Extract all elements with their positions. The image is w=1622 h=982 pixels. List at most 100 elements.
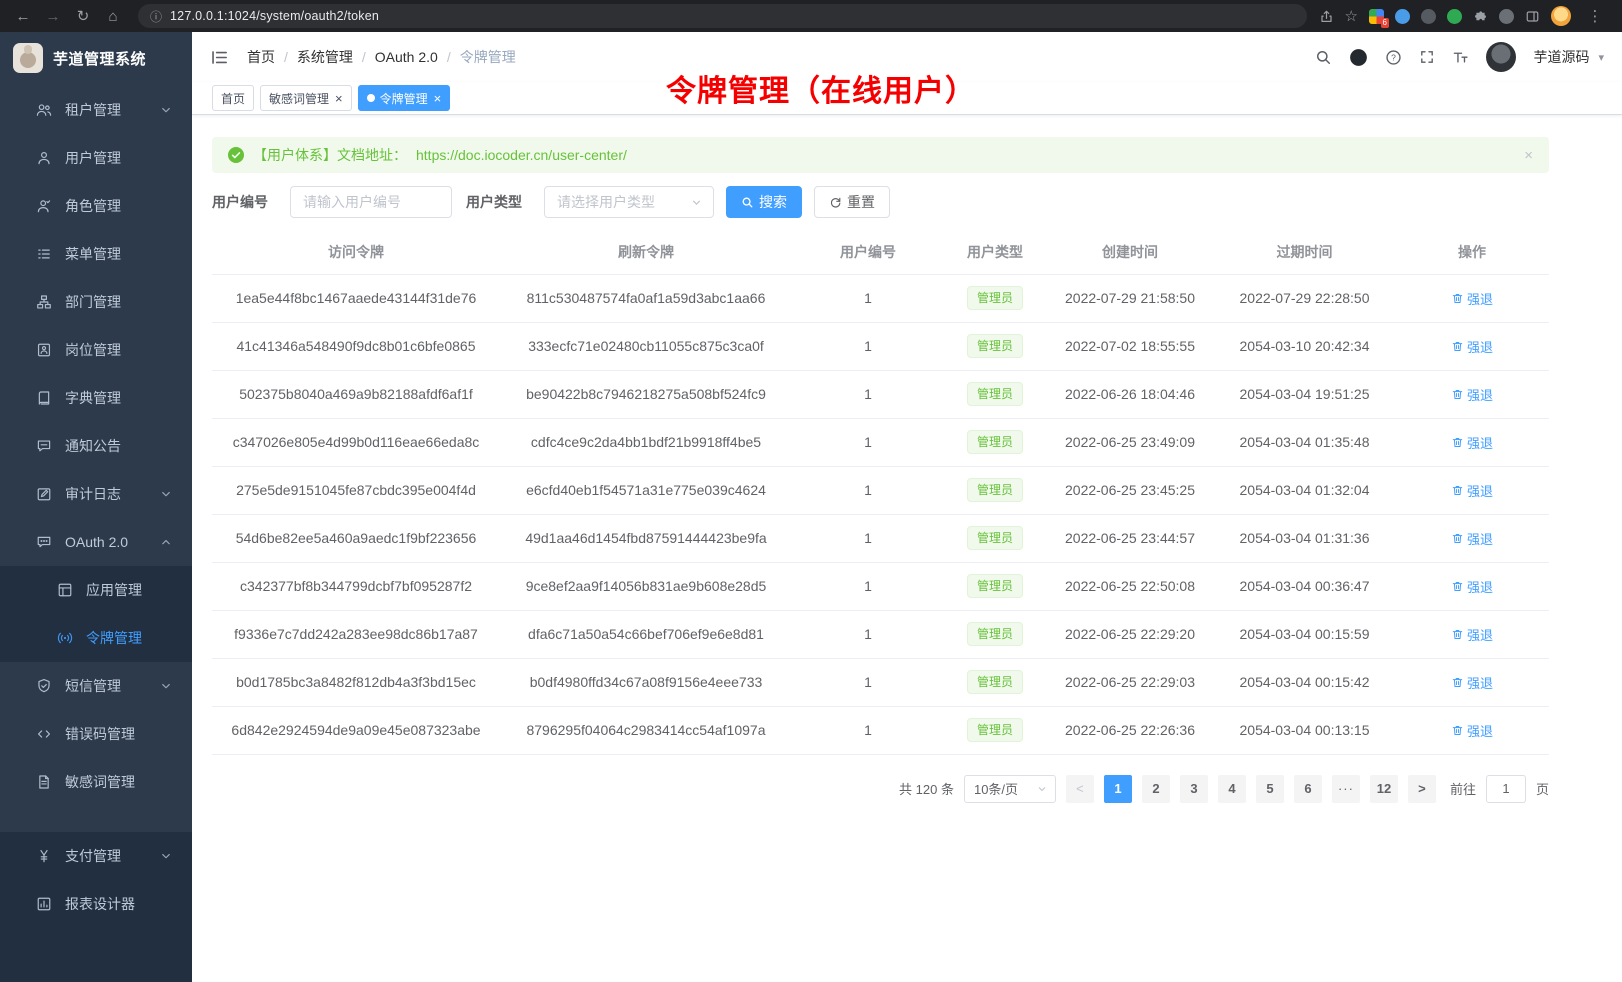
page-size-value: 10条/页 [974, 779, 1018, 798]
force-logout-button[interactable]: 强退 [1451, 529, 1493, 548]
sidebar-item-role[interactable]: 角色管理 [0, 182, 192, 230]
breadcrumb-item[interactable]: 系统管理 [297, 47, 353, 67]
page-ellipsis[interactable]: ··· [1332, 775, 1360, 803]
tab-oauth2-token[interactable]: 令牌管理× [358, 85, 451, 111]
tab-sensitive-word[interactable]: 敏感词管理× [260, 85, 352, 111]
delete-icon [1451, 436, 1464, 449]
search-icon[interactable] [1315, 49, 1332, 66]
sidebar-item-error-code[interactable]: 错误码管理 [0, 710, 192, 758]
app-logo[interactable]: 芋道管理系统 [0, 32, 192, 84]
next-page-button[interactable]: > [1408, 775, 1436, 803]
browser-profile-avatar[interactable] [1551, 6, 1571, 26]
kebab-menu-icon[interactable]: ⋮ [1582, 3, 1608, 29]
extension-icon[interactable] [1447, 9, 1462, 24]
sidebar-item-oauth2[interactable]: OAuth 2.0 [0, 518, 192, 566]
page-button-2[interactable]: 2 [1142, 775, 1170, 803]
action-cell: 强退 [1395, 370, 1549, 418]
close-icon[interactable]: × [335, 92, 343, 105]
expire-time-cell: 2054-03-04 19:51:25 [1214, 370, 1395, 418]
sidebar-item-sensitive-word[interactable]: 敏感词管理 [0, 758, 192, 806]
extension-icon[interactable] [1499, 9, 1514, 24]
page-button-1[interactable]: 1 [1104, 775, 1132, 803]
page-button-12[interactable]: 12 [1370, 775, 1398, 803]
create-time-cell: 2022-06-25 22:29:03 [1046, 658, 1214, 706]
sidebar-item-user[interactable]: 用户管理 [0, 134, 192, 182]
app-title: 芋道管理系统 [53, 48, 146, 69]
username[interactable]: 芋道源码 [1533, 47, 1589, 67]
delete-icon [1451, 388, 1464, 401]
action-cell: 强退 [1395, 514, 1549, 562]
sidebar-item-label: 令牌管理 [86, 628, 174, 648]
refresh-token-cell: 49d1aa46d1454fbd87591444423be9fa [500, 514, 792, 562]
force-logout-button[interactable]: 强退 [1451, 577, 1493, 596]
sidebar-item-audit-log[interactable]: 审计日志 [0, 470, 192, 518]
page-button-4[interactable]: 4 [1218, 775, 1246, 803]
sidebar-item-report-designer[interactable]: 报表设计器 [0, 880, 192, 928]
refresh-icon [829, 196, 842, 209]
page-button-3[interactable]: 3 [1180, 775, 1208, 803]
breadcrumb-item[interactable]: OAuth 2.0 [375, 49, 438, 65]
side-panel-icon[interactable] [1525, 9, 1540, 24]
back-icon[interactable]: ← [10, 3, 36, 29]
home-icon[interactable]: ⌂ [100, 3, 126, 29]
chevron-up-icon [158, 534, 174, 550]
svg-text:?: ? [1392, 52, 1397, 62]
table-header-row: 访问令牌刷新令牌用户编号用户类型创建时间过期时间操作 [212, 230, 1549, 274]
forward-icon[interactable]: → [40, 3, 66, 29]
sidebar-item-dept[interactable]: 部门管理 [0, 278, 192, 326]
extension-icon[interactable] [1421, 9, 1436, 24]
extension-icon[interactable] [1395, 9, 1410, 24]
address-bar[interactable]: ⓘ 127.0.0.1:1024/system/oauth2/token [138, 4, 1307, 28]
bookmark-star-icon[interactable]: ☆ [1345, 7, 1358, 25]
sidebar-item-pay[interactable]: 支付管理 [0, 832, 192, 880]
page-button-5[interactable]: 5 [1256, 775, 1284, 803]
sidebar-item-tenant[interactable]: 租户管理 [0, 86, 192, 134]
sidebar-item-oauth2-client[interactable]: 应用管理 [0, 566, 192, 614]
hamburger-icon[interactable] [204, 42, 235, 73]
fullscreen-icon[interactable] [1419, 49, 1435, 65]
close-icon[interactable]: × [1524, 147, 1533, 164]
refresh-token-cell: 811c530487574fa0af1a59d3abc1aa66 [500, 274, 792, 322]
tab-home[interactable]: 首页 [212, 85, 254, 111]
sidebar-menu: 租户管理用户管理角色管理菜单管理部门管理岗位管理字典管理通知公告审计日志OAut… [0, 84, 192, 982]
force-logout-button[interactable]: 强退 [1451, 481, 1493, 500]
force-logout-button[interactable]: 强退 [1451, 721, 1493, 740]
breadcrumb-item[interactable]: 首页 [247, 47, 275, 67]
sidebar-item-dict[interactable]: 字典管理 [0, 374, 192, 422]
goto-page-input[interactable] [1486, 775, 1526, 803]
help-icon[interactable]: ? [1385, 49, 1402, 66]
sidebar-item-post[interactable]: 岗位管理 [0, 326, 192, 374]
github-icon[interactable] [1349, 48, 1368, 67]
sidebar-item-oauth2-token[interactable]: 令牌管理 [0, 614, 192, 662]
force-logout-button[interactable]: 强退 [1451, 625, 1493, 644]
user-type-select[interactable]: 请选择用户类型 [544, 186, 714, 218]
sidebar-item-sms[interactable]: 短信管理 [0, 662, 192, 710]
extension-icon[interactable]: 6 [1369, 9, 1384, 24]
force-logout-button[interactable]: 强退 [1451, 289, 1493, 308]
doc-link[interactable]: https://doc.iocoder.cn/user-center/ [416, 147, 627, 163]
user-id-label: 用户编号 [212, 192, 268, 212]
caret-down-icon[interactable]: ▾ [1598, 51, 1604, 64]
reload-icon[interactable]: ↻ [70, 3, 96, 29]
sidebar-item-label: 字典管理 [65, 388, 174, 408]
font-size-icon[interactable] [1452, 49, 1469, 66]
sidebar-item-menu[interactable]: 菜单管理 [0, 230, 192, 278]
share-icon[interactable] [1319, 9, 1334, 24]
force-logout-button[interactable]: 强退 [1451, 673, 1493, 692]
site-info-icon[interactable]: ⓘ [150, 8, 162, 25]
force-logout-button[interactable]: 强退 [1451, 385, 1493, 404]
user-avatar[interactable] [1486, 42, 1516, 72]
prev-page-button[interactable]: < [1066, 775, 1094, 803]
user-id-input[interactable] [290, 186, 452, 218]
main-area: 首页/系统管理/OAuth 2.0/令牌管理 ? 芋道源码 [192, 32, 1622, 982]
force-logout-button[interactable]: 强退 [1451, 433, 1493, 452]
extensions-puzzle-icon[interactable] [1473, 9, 1488, 24]
force-logout-button[interactable]: 强退 [1451, 337, 1493, 356]
sidebar-item-notice[interactable]: 通知公告 [0, 422, 192, 470]
chevron-down-icon [158, 486, 174, 502]
page-button-6[interactable]: 6 [1294, 775, 1322, 803]
reset-button[interactable]: 重置 [814, 186, 890, 218]
page-size-select[interactable]: 10条/页 [964, 775, 1056, 803]
search-button[interactable]: 搜索 [726, 186, 802, 218]
close-icon[interactable]: × [434, 92, 442, 105]
